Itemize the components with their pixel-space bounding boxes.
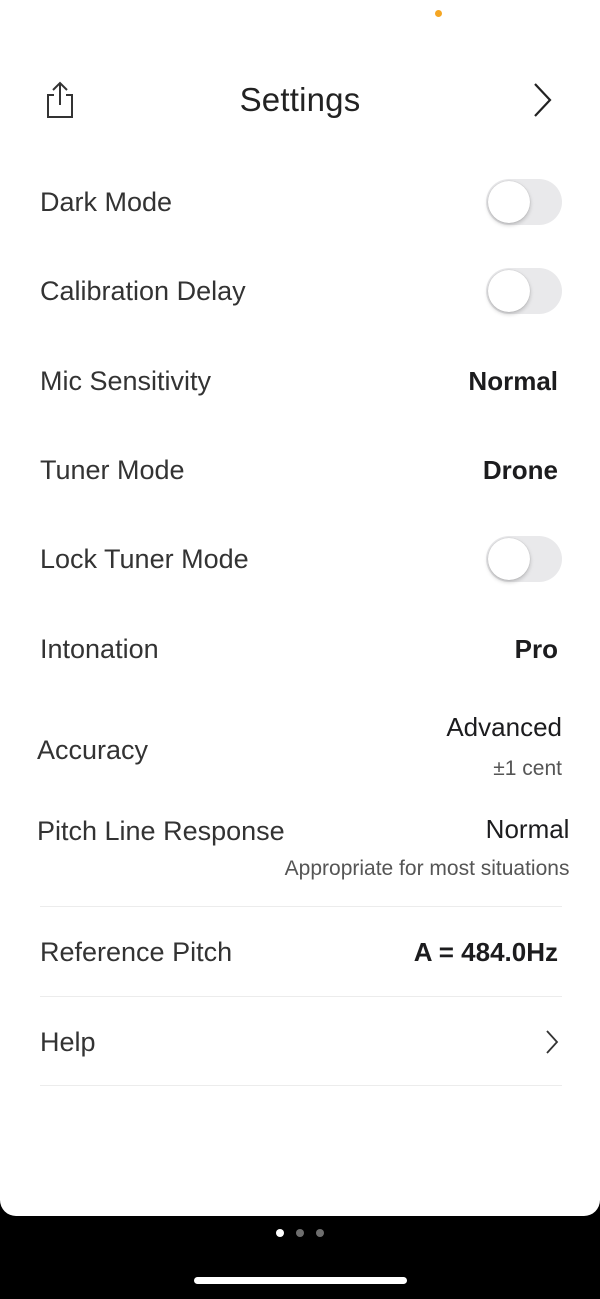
- accuracy-detail: ±1 cent: [493, 756, 562, 780]
- dark-mode-toggle[interactable]: [486, 179, 562, 225]
- tuner-mode-value[interactable]: Drone: [483, 455, 562, 486]
- accuracy-value-group[interactable]: Advanced ±1 cent: [446, 712, 562, 781]
- lock-tuner-mode-row: Lock Tuner Mode: [40, 533, 562, 585]
- accuracy-value: Advanced: [446, 711, 562, 742]
- settings-screen: Settings Dark Mode Calibration Delay Mic…: [0, 0, 600, 1216]
- pitch-line-response-detail: Appropriate for most situations: [284, 857, 570, 880]
- divider: [40, 1085, 562, 1086]
- accuracy-label: Accuracy: [37, 734, 149, 765]
- page-dot-2[interactable]: [296, 1229, 304, 1237]
- header: Settings: [0, 70, 600, 130]
- intonation-value[interactable]: Pro: [515, 634, 562, 665]
- intonation-row[interactable]: Intonation Pro: [40, 623, 562, 675]
- mic-sensitivity-label: Mic Sensitivity: [40, 365, 212, 396]
- help-label: Help: [40, 1026, 96, 1057]
- lock-tuner-mode-toggle[interactable]: [486, 536, 562, 582]
- pitch-line-response-value: Normal: [485, 814, 570, 844]
- reference-pitch-label: Reference Pitch: [40, 936, 233, 967]
- page-indicator[interactable]: [0, 1226, 600, 1240]
- reference-pitch-row[interactable]: Reference Pitch A = 484.0Hz: [40, 926, 562, 978]
- chevron-right-icon: [534, 83, 552, 117]
- camera-indicator-dot: [435, 10, 442, 17]
- toggle-knob: [488, 270, 530, 312]
- mic-sensitivity-value[interactable]: Normal: [468, 366, 562, 397]
- dark-mode-row: Dark Mode: [40, 176, 562, 228]
- pitch-line-response-value-group[interactable]: Normal Appropriate for most situations: [285, 814, 570, 881]
- home-indicator[interactable]: [194, 1277, 407, 1284]
- calibration-delay-toggle[interactable]: [486, 268, 562, 314]
- lock-tuner-mode-label: Lock Tuner Mode: [40, 543, 249, 574]
- toggle-knob: [488, 538, 530, 580]
- dark-mode-label: Dark Mode: [40, 186, 173, 217]
- help-row[interactable]: Help: [40, 1016, 562, 1068]
- next-page-button[interactable]: [520, 78, 564, 122]
- page-dot-3[interactable]: [316, 1229, 324, 1237]
- divider: [40, 906, 562, 907]
- accuracy-row[interactable]: Accuracy Advanced ±1 cent: [37, 706, 562, 786]
- tuner-mode-label: Tuner Mode: [40, 454, 185, 485]
- pitch-line-response-row[interactable]: Pitch Line Response Normal Appropriate f…: [37, 814, 569, 894]
- tuner-mode-row[interactable]: Tuner Mode Drone: [40, 444, 562, 496]
- mic-sensitivity-row[interactable]: Mic Sensitivity Normal: [40, 355, 562, 407]
- pitch-line-response-label: Pitch Line Response: [37, 816, 285, 846]
- chevron-right-icon: [546, 1030, 559, 1054]
- calibration-delay-row: Calibration Delay: [40, 265, 562, 317]
- page-title: Settings: [239, 81, 361, 118]
- intonation-label: Intonation: [40, 633, 159, 664]
- divider: [40, 996, 562, 997]
- reference-pitch-value[interactable]: A = 484.0Hz: [414, 937, 562, 968]
- toggle-knob: [488, 181, 530, 223]
- page-dot-1[interactable]: [276, 1229, 284, 1237]
- calibration-delay-label: Calibration Delay: [40, 275, 246, 306]
